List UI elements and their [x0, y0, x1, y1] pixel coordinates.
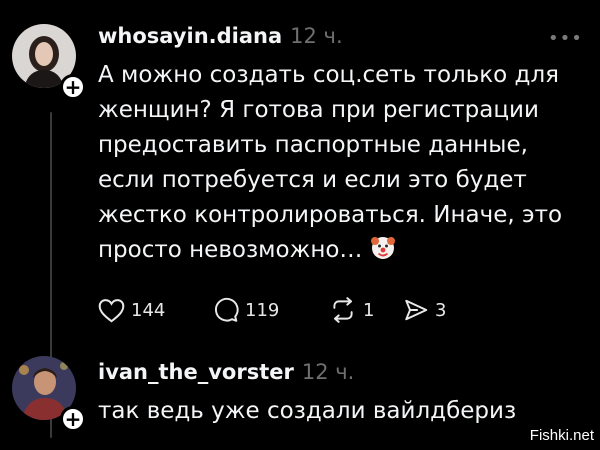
- timestamp: 12 ч.: [301, 360, 355, 384]
- plus-icon: +: [64, 407, 82, 431]
- share-button[interactable]: 3: [403, 296, 446, 324]
- follow-button[interactable]: +: [60, 74, 86, 100]
- watermark: Fishki.net: [529, 427, 594, 444]
- repost-icon: [333, 297, 353, 323]
- follow-button[interactable]: +: [60, 406, 86, 432]
- timestamp: 12 ч.: [290, 24, 343, 48]
- post-text: так ведь уже создали вайлдбериз: [98, 398, 517, 424]
- share-count: 3: [435, 299, 447, 321]
- like-button[interactable]: 144: [98, 296, 165, 324]
- plus-icon: +: [64, 75, 82, 99]
- comment-icon: [215, 297, 239, 322]
- post-text: А можно создать соц.сеть только для женщ…: [98, 58, 588, 271]
- repost-button[interactable]: 1: [329, 296, 374, 324]
- username[interactable]: ivan_the_vorster 12 ч.: [98, 360, 354, 384]
- reply-count: 119: [245, 299, 280, 321]
- clown-face-emoji: [370, 234, 396, 271]
- repost-count: 1: [363, 299, 375, 321]
- heart-icon: [98, 298, 125, 322]
- username[interactable]: whosayin.diana 12 ч.: [98, 24, 343, 48]
- more-icon[interactable]: •••: [548, 28, 583, 49]
- send-icon: [405, 299, 428, 321]
- reply-button[interactable]: 119: [213, 296, 279, 324]
- like-count: 144: [131, 299, 166, 321]
